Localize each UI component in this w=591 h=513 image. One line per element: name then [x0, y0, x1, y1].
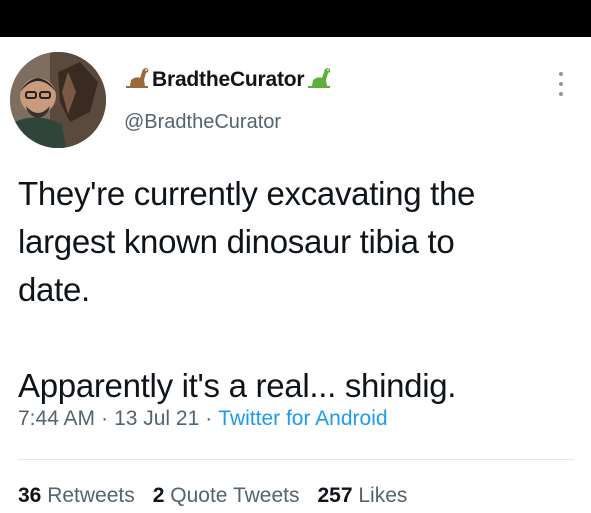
meta-separator: · [205, 407, 213, 430]
retweets-label: Retweets [47, 484, 135, 507]
tweet-time[interactable]: 7:44 AM [18, 407, 95, 431]
divider [18, 459, 574, 460]
avatar-photo [10, 52, 106, 148]
retweets-stat[interactable]: 36 Retweets [18, 484, 135, 508]
avatar[interactable] [10, 52, 106, 148]
quote-tweets-label: Quote Tweets [170, 484, 300, 507]
retweets-count: 36 [18, 484, 42, 507]
tweet-meta: 7:44 AM · 13 Jul 21 · Twitter for Androi… [18, 407, 388, 431]
more-options-icon[interactable] [554, 68, 568, 100]
tweet-source-link[interactable]: Twitter for Android [218, 407, 387, 431]
quote-tweets-count: 2 [152, 484, 165, 507]
tweet-text: They're currently excavating the largest… [18, 175, 476, 404]
sauropod-icon [124, 66, 150, 95]
likes-stat[interactable]: 257 Likes [317, 484, 407, 508]
likes-label: Likes [358, 484, 408, 507]
tweet-stats: 36 Retweets 2 Quote Tweets 257 Likes [18, 484, 407, 508]
author-name-row[interactable]: BradtheCurator [124, 66, 334, 94]
author-display-name: BradtheCurator [152, 68, 305, 91]
quote-tweets-stat[interactable]: 2 Quote Tweets [153, 484, 300, 508]
author-handle[interactable]: @BradtheCurator [124, 111, 281, 134]
sauropod-icon [306, 66, 334, 95]
top-black-bar [0, 0, 591, 37]
meta-separator: · [101, 407, 109, 430]
tweet-date[interactable]: 13 Jul 21 [114, 407, 199, 431]
likes-count: 257 [317, 484, 353, 507]
